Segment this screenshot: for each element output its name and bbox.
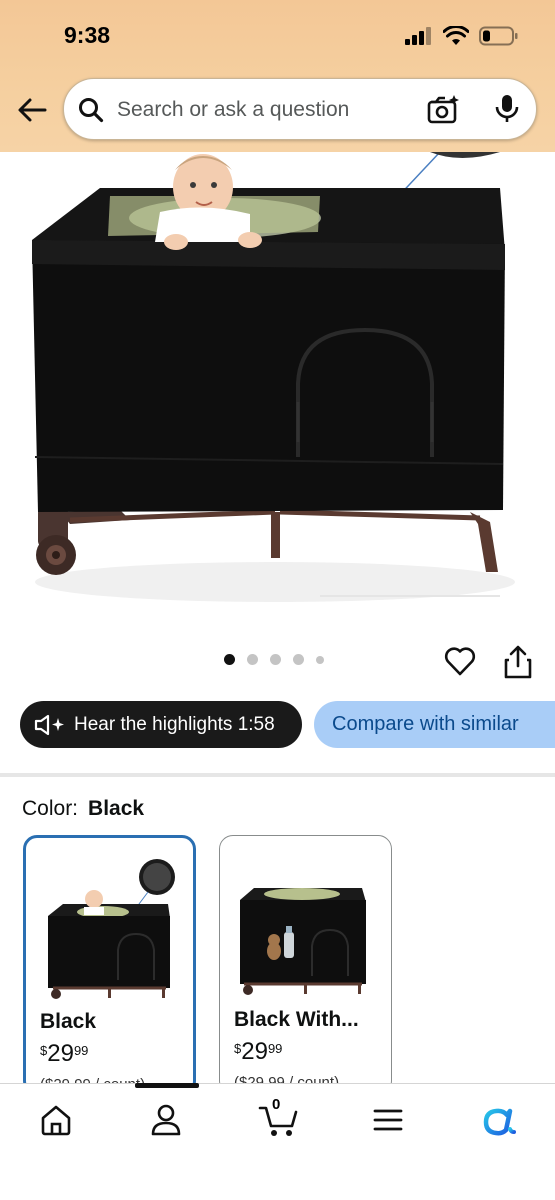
variant-name: Black With... bbox=[234, 1008, 359, 1031]
search-bar[interactable]: Search or ask a question bbox=[63, 78, 537, 140]
variant-price: $2999 bbox=[234, 1038, 282, 1066]
home-icon bbox=[41, 1105, 71, 1136]
compare-label: Compare with similar bbox=[332, 713, 519, 735]
price-fraction: 99 bbox=[73, 1043, 89, 1058]
compare-with-similar-button[interactable]: Compare with similar bbox=[314, 701, 555, 748]
cellular-signal-icon bbox=[405, 27, 431, 45]
carousel-dot[interactable] bbox=[224, 654, 235, 665]
search-input[interactable]: Search or ask a question bbox=[117, 98, 349, 122]
nav-home[interactable] bbox=[36, 1100, 76, 1140]
cart-count: 0 bbox=[272, 1096, 281, 1113]
battery-icon bbox=[479, 26, 518, 46]
price-symbol: $ bbox=[40, 1043, 48, 1058]
nav-account[interactable] bbox=[146, 1100, 186, 1140]
account-icon bbox=[151, 1104, 181, 1136]
color-label: Color: bbox=[22, 797, 79, 820]
carousel-dot[interactable] bbox=[316, 655, 324, 664]
variant-price: $2999 bbox=[40, 1040, 88, 1068]
back-arrow-icon bbox=[18, 98, 47, 122]
back-button[interactable] bbox=[14, 92, 50, 128]
menu-icon bbox=[373, 1109, 403, 1131]
color-selector-label: Color: Black bbox=[22, 797, 144, 821]
carousel-dot[interactable] bbox=[247, 654, 258, 665]
variant-card-black-with[interactable]: Black With... $2999 ($29.99 / count) bbox=[219, 835, 392, 1095]
status-time: 9:38 bbox=[64, 22, 111, 48]
microphone-icon[interactable] bbox=[494, 93, 520, 125]
variant-name: Black bbox=[40, 1010, 97, 1033]
hear-highlights-label: Hear the highlights 1:58 bbox=[74, 713, 275, 735]
rufus-icon bbox=[483, 1108, 516, 1136]
carousel-dot[interactable] bbox=[270, 654, 281, 665]
status-icons bbox=[405, 26, 519, 46]
product-image[interactable] bbox=[0, 152, 555, 642]
variant-card-black[interactable]: Black $2999 ($29.99 / count) bbox=[23, 835, 196, 1095]
header: 9:38 Search or ask a question bbox=[0, 0, 555, 152]
variant-thumbnail bbox=[240, 888, 366, 995]
color-value: Black bbox=[88, 797, 145, 820]
status-bar: 9:38 bbox=[0, 0, 555, 70]
nav-cart[interactable]: 0 bbox=[256, 1096, 302, 1140]
search-icon bbox=[79, 98, 104, 123]
wifi-icon bbox=[443, 26, 469, 45]
price-whole: 29 bbox=[47, 1040, 74, 1067]
speaker-icon bbox=[34, 714, 64, 735]
share-icon[interactable] bbox=[503, 644, 533, 680]
nav-menu[interactable] bbox=[368, 1100, 408, 1140]
active-tab-indicator bbox=[135, 1083, 199, 1088]
hear-highlights-button[interactable]: Hear the highlights 1:58 bbox=[20, 701, 302, 748]
product-photo bbox=[32, 152, 515, 602]
price-fraction: 99 bbox=[267, 1041, 283, 1056]
variant-thumbnail bbox=[48, 859, 175, 999]
price-whole: 29 bbox=[241, 1038, 268, 1065]
price-symbol: $ bbox=[234, 1041, 242, 1056]
heart-icon[interactable] bbox=[443, 644, 477, 678]
nav-rufus[interactable] bbox=[478, 1100, 518, 1140]
image-carousel-indicator[interactable] bbox=[224, 654, 324, 665]
carousel-dot[interactable] bbox=[293, 654, 304, 665]
section-divider bbox=[0, 773, 555, 777]
bottom-navigation: 0 bbox=[0, 1083, 555, 1200]
camera-icon[interactable] bbox=[427, 93, 461, 125]
